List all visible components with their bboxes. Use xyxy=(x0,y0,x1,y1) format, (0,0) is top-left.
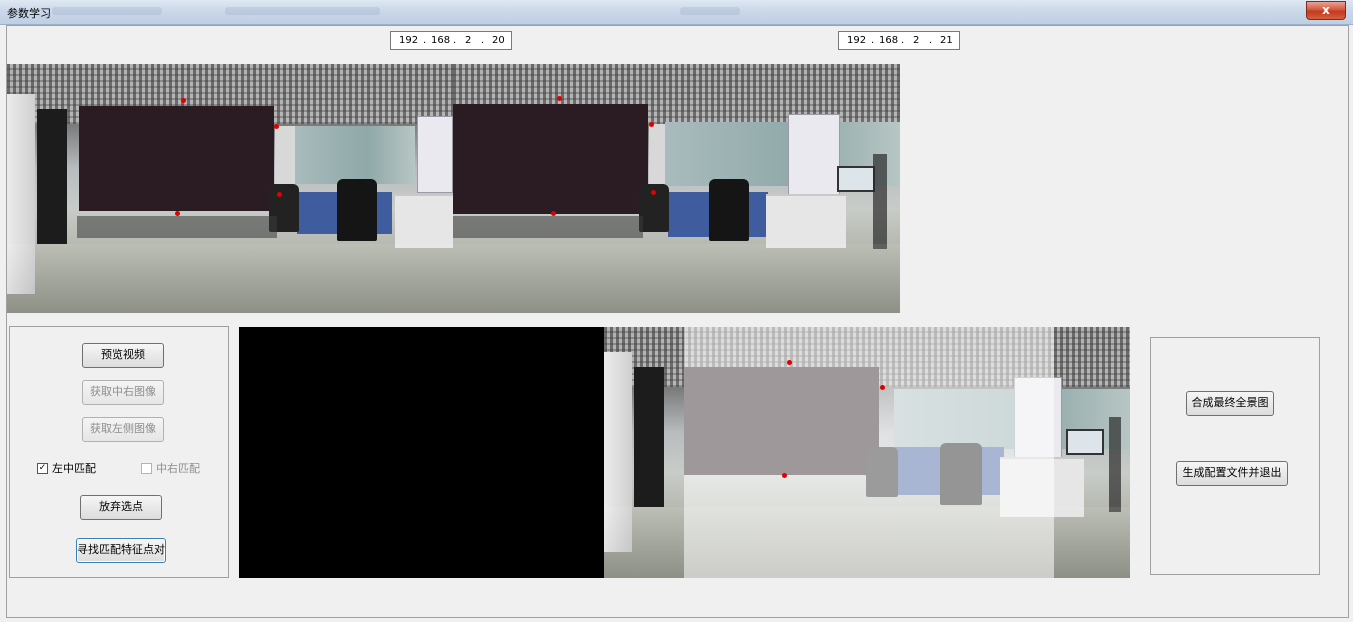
ip-octet: 168 xyxy=(431,35,451,46)
compose-panorama-button[interactable]: 合成最终全景图 xyxy=(1186,391,1274,416)
ip-dot: . xyxy=(929,35,933,46)
output-group-box xyxy=(1150,337,1320,575)
window-title: 参数学习 xyxy=(7,7,51,20)
ip-octet: 2 xyxy=(913,35,920,46)
ip-address-left-field[interactable]: 192 . 168 . 2 . 20 xyxy=(390,31,512,50)
discard-points-button[interactable]: 放弃选点 xyxy=(80,495,162,520)
get-left-image-button[interactable]: 获取左侧图像 xyxy=(82,417,164,442)
camera-image-left[interactable] xyxy=(7,64,453,313)
find-feature-pairs-button[interactable]: 寻找匹配特征点对 xyxy=(76,538,166,563)
get-center-right-image-button[interactable]: 获取中右图像 xyxy=(82,380,164,405)
ip-dot: . xyxy=(453,35,457,46)
title-bar: 参数学习 x xyxy=(0,0,1353,25)
checkbox-checked-icon: ✓ xyxy=(37,462,48,474)
stitched-panorama-view[interactable] xyxy=(239,327,1130,578)
ip-address-right-field[interactable]: 192 . 168 . 2 . 21 xyxy=(838,31,960,50)
center-right-match-label: 中右匹配 xyxy=(156,462,200,475)
camera-image-right[interactable] xyxy=(453,64,900,313)
title-ghost-text xyxy=(52,7,162,15)
ip-octet: 20 xyxy=(492,35,505,46)
close-button[interactable]: x xyxy=(1306,1,1346,20)
title-ghost-buttons xyxy=(680,7,740,15)
ip-dot: . xyxy=(423,35,427,46)
left-center-match-label: 左中匹配 xyxy=(52,462,96,475)
ip-octet: 168 xyxy=(879,35,899,46)
ip-dot: . xyxy=(901,35,905,46)
stitched-image xyxy=(604,327,1130,578)
close-icon: x xyxy=(1322,3,1330,17)
checkbox-unchecked-icon xyxy=(141,462,152,474)
title-ghost-text-2 xyxy=(225,7,380,15)
ip-octet: 192 xyxy=(847,35,867,46)
ip-octet: 21 xyxy=(940,35,953,46)
generate-config-exit-button[interactable]: 生成配置文件并退出 xyxy=(1176,461,1288,486)
ip-octet: 192 xyxy=(399,35,419,46)
ip-dot: . xyxy=(481,35,485,46)
left-center-match-checkbox[interactable]: ✓ 左中匹配 xyxy=(37,460,96,476)
center-right-match-checkbox[interactable]: 中右匹配 xyxy=(141,460,200,476)
ip-dot: . xyxy=(871,35,875,46)
preview-video-button[interactable]: 预览视频 xyxy=(82,343,164,368)
ip-octet: 2 xyxy=(465,35,472,46)
